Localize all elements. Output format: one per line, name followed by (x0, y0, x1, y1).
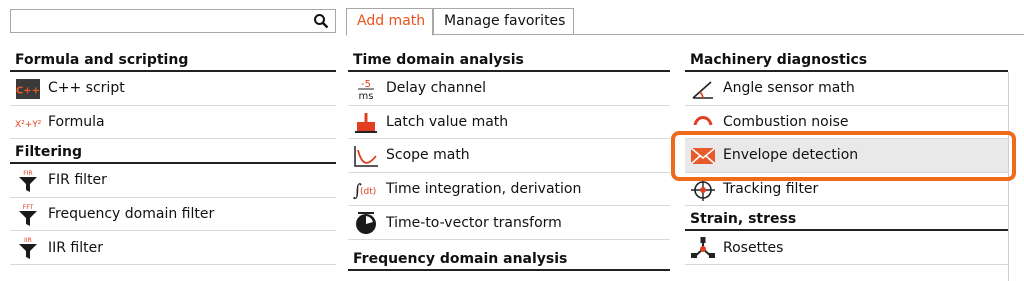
latch-icon (355, 112, 377, 133)
item-label: Scope math (386, 147, 470, 164)
item-time-to-vector[interactable]: Time-to-vector transform (348, 206, 670, 240)
item-label: Delay channel (386, 80, 486, 97)
item-label: Time integration, derivation (386, 181, 582, 198)
fir-filter-icon: FIR (19, 170, 37, 193)
tab-add-math[interactable]: Add math (346, 8, 433, 36)
item-time-integration[interactable]: ∫ (dt) Time integration, derivation (348, 173, 670, 207)
item-label: FIR filter (48, 172, 107, 189)
scrollbar-edge (1008, 72, 1009, 281)
item-tracking-filter[interactable]: Tracking filter (685, 173, 1008, 207)
search-input[interactable] (15, 11, 309, 33)
svg-text:FIR: FIR (23, 170, 32, 177)
column-formula-filtering: Formula and scripting C++ C++ script X²+… (10, 49, 336, 265)
tracking-icon (691, 178, 715, 201)
section-header-formula-scripting: Formula and scripting (10, 49, 336, 72)
section-header-strain-stress: Strain, stress (685, 208, 1008, 232)
item-formula[interactable]: X²+Y² Formula (10, 106, 336, 140)
integration-icon: ∫ (dt) (353, 181, 376, 201)
item-envelope-detection[interactable]: Envelope detection (685, 139, 1008, 173)
svg-text:-5: -5 (361, 79, 371, 90)
formula-icon: X²+Y² (15, 120, 42, 130)
section-header-filtering: Filtering (10, 141, 336, 165)
delay-icon: -5 ms (358, 79, 374, 101)
item-label: Time-to-vector transform (386, 214, 562, 231)
item-label: Rosettes (723, 239, 784, 256)
item-fir-filter[interactable]: FIR FIR filter (10, 164, 336, 198)
clock-icon (356, 212, 376, 235)
envelope-icon (690, 147, 716, 165)
svg-text:C++: C++ (16, 86, 40, 97)
iir-filter-icon: IIR (19, 237, 37, 260)
fft-filter-icon: FFT (19, 204, 37, 226)
item-iir-filter[interactable]: IIR IIR filter (10, 231, 336, 265)
item-angle-sensor-math[interactable]: Angle sensor math (685, 72, 1008, 106)
item-frequency-domain-filter[interactable]: FFT Frequency domain filter (10, 198, 336, 232)
svg-text:(dt): (dt) (360, 187, 376, 197)
tab-manage-favorites[interactable]: Manage favorites (433, 8, 574, 35)
item-scope-math[interactable]: Scope math (348, 139, 670, 173)
item-combustion-noise[interactable]: Combustion noise (685, 106, 1008, 140)
column-time-frequency: Time domain analysis -5 ms Delay channel… (348, 49, 670, 271)
section-header-frequency-domain: Frequency domain analysis (348, 248, 670, 271)
search-box[interactable] (10, 9, 336, 33)
svg-text:IIR: IIR (24, 237, 32, 244)
item-label: Angle sensor math (723, 80, 855, 97)
item-label: IIR filter (48, 239, 104, 256)
item-label: Tracking filter (723, 181, 819, 198)
cpp-icon: C++ (16, 79, 40, 99)
item-label: Envelope detection (723, 147, 859, 164)
item-latch-value-math[interactable]: Latch value math (348, 106, 670, 140)
scope-icon (354, 146, 378, 167)
item-cpp-script[interactable]: C++ C++ script (10, 72, 336, 106)
svg-text:ms: ms (359, 91, 374, 101)
item-rosettes[interactable]: Rosettes (685, 231, 1008, 265)
item-label: Combustion noise (723, 113, 849, 130)
item-label: Formula (48, 113, 105, 130)
section-header-time-domain: Time domain analysis (348, 49, 670, 72)
column-machinery-strain: Machinery diagnostics Angle sensor math … (685, 49, 1008, 265)
combustion-icon (693, 115, 713, 134)
item-delay-channel[interactable]: -5 ms Delay channel (348, 72, 670, 106)
search-icon[interactable] (313, 13, 329, 29)
item-label: Latch value math (386, 113, 509, 130)
svg-text:X²+Y²: X²+Y² (15, 120, 42, 130)
item-label: C++ script (48, 80, 125, 97)
angle-icon (692, 81, 713, 99)
section-header-machinery: Machinery diagnostics (685, 49, 1008, 72)
rosette-icon (691, 237, 715, 259)
item-label: Frequency domain filter (48, 206, 215, 223)
svg-text:FFT: FFT (23, 204, 34, 211)
